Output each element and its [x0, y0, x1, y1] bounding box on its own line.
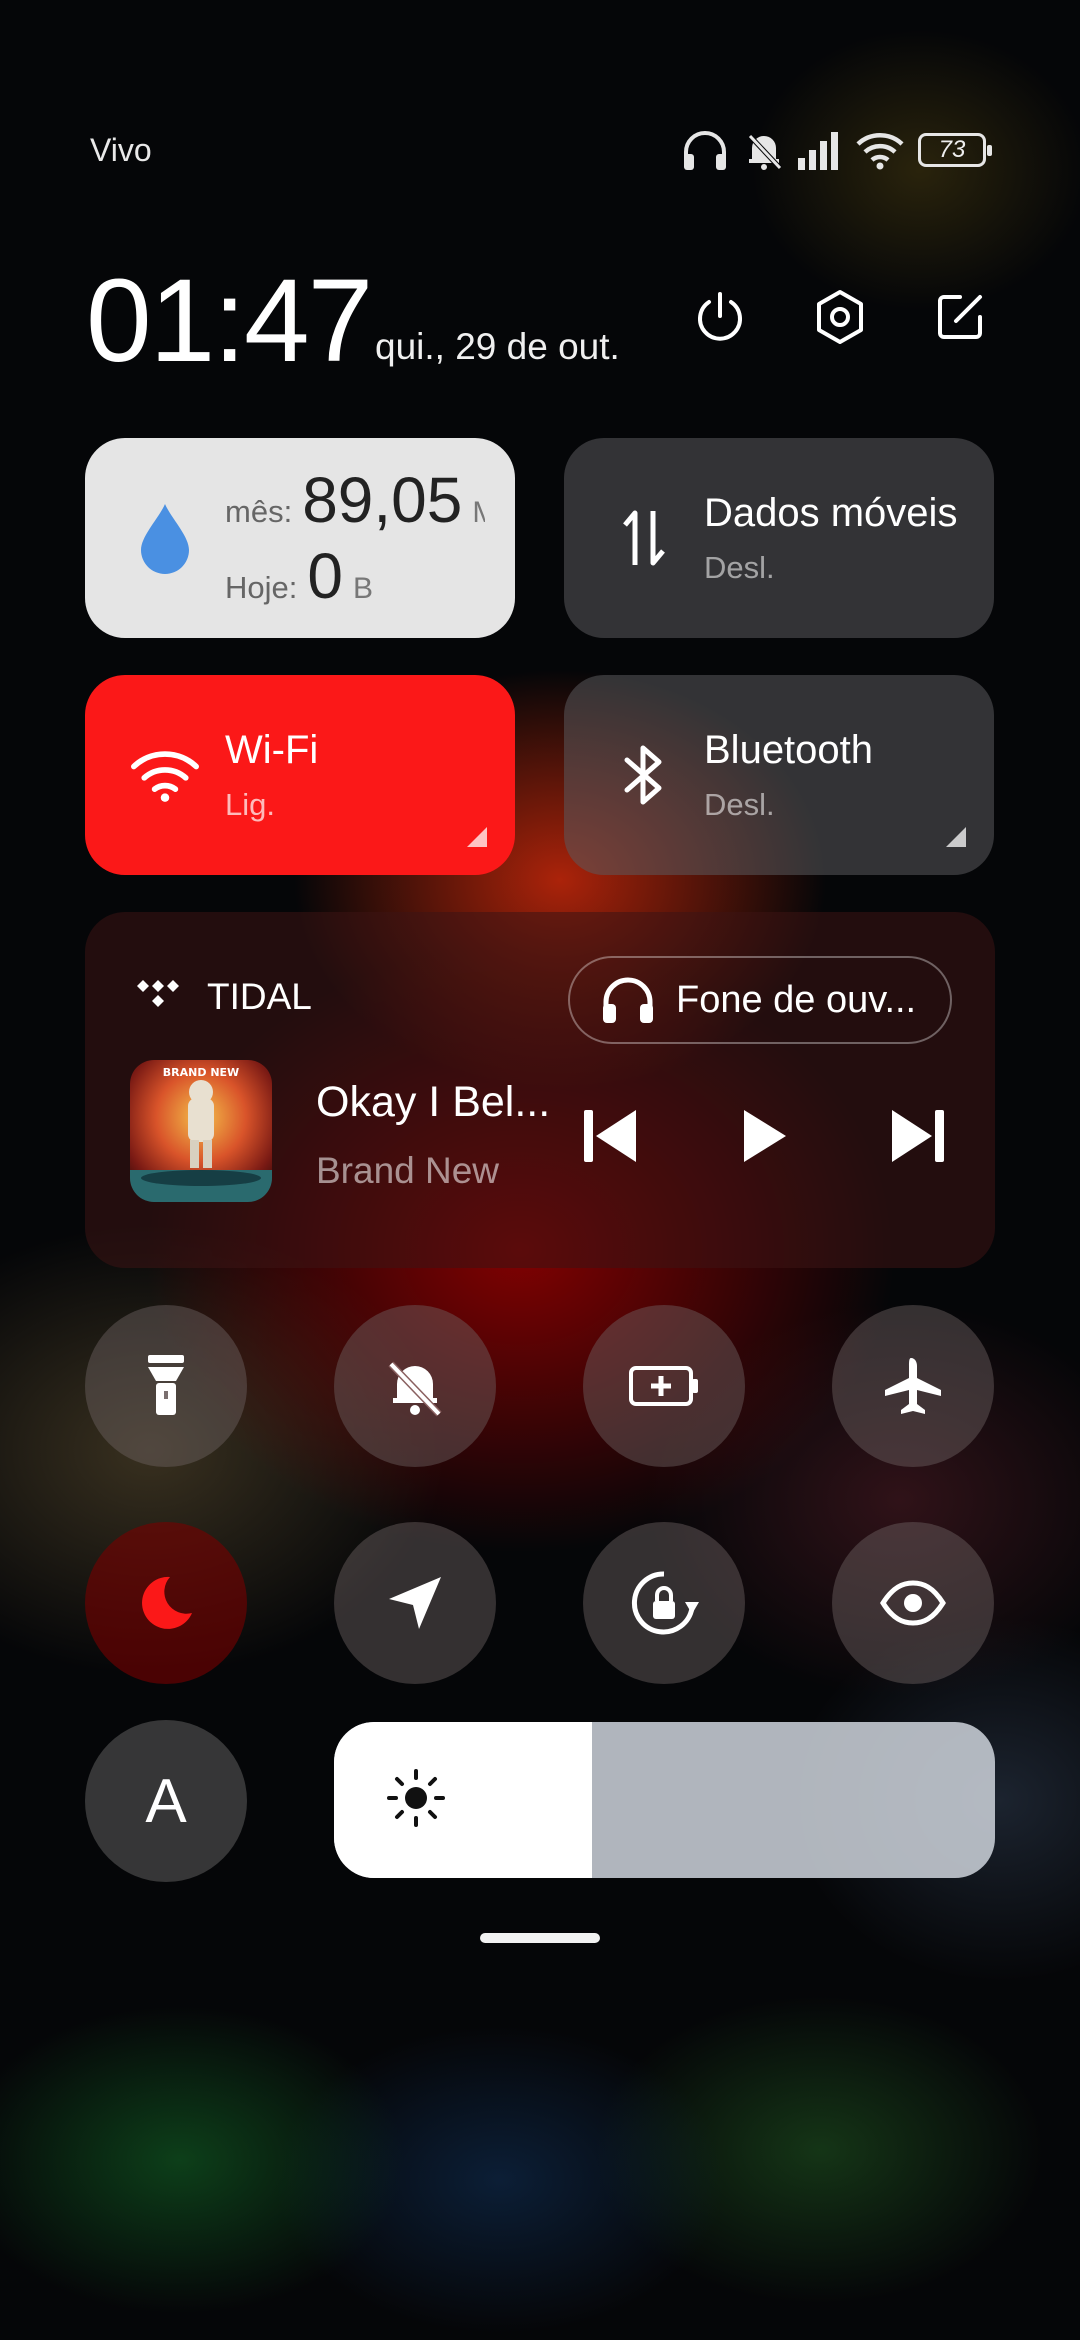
- battery-saver-toggle[interactable]: [583, 1305, 745, 1467]
- album-art-text: BRAND NEW: [163, 1066, 239, 1079]
- next-button[interactable]: [878, 1100, 958, 1172]
- settings-icon: [817, 290, 863, 344]
- dark-mode-toggle[interactable]: [85, 1522, 247, 1684]
- track-artist: Brand New: [316, 1150, 500, 1191]
- brightness-fill: [334, 1722, 592, 1878]
- power-icon: [698, 292, 742, 341]
- eye-icon: [880, 1580, 946, 1626]
- expand-corner-icon[interactable]: [946, 827, 966, 847]
- status-icons: 73: [680, 128, 992, 172]
- battery-icon: 73: [918, 133, 992, 167]
- mobile-data-tile[interactable]: Dados móveis Desl.: [564, 438, 994, 638]
- media-app-name: TIDAL: [207, 976, 312, 1017]
- expand-corner-icon[interactable]: [467, 827, 487, 847]
- sun-icon: [386, 1768, 446, 1833]
- next-icon: [892, 1110, 944, 1162]
- bluetooth-tile[interactable]: Bluetooth Desl.: [564, 675, 994, 875]
- audio-output-label: Fone de ouv...: [676, 978, 917, 1021]
- signal-icon: [798, 132, 838, 170]
- flashlight-toggle[interactable]: [85, 1305, 247, 1467]
- bluetooth-status: Desl.: [704, 786, 775, 822]
- play-icon: [744, 1110, 786, 1162]
- play-button[interactable]: [724, 1100, 804, 1172]
- previous-icon: [584, 1110, 636, 1162]
- today-unit: B: [352, 572, 373, 605]
- carrier-name: Vivo: [90, 132, 152, 168]
- today-value: 0: [307, 540, 343, 612]
- data-usage-values: mês: 89,05 M Hoje: 0 B: [225, 463, 485, 613]
- flashlight-icon: [148, 1355, 184, 1415]
- battery-level: 73: [938, 136, 966, 163]
- auto-brightness-button[interactable]: A: [85, 1720, 247, 1882]
- mute-bell-icon: [388, 1361, 442, 1417]
- reading-mode-toggle[interactable]: [832, 1522, 994, 1684]
- location-toggle[interactable]: [334, 1522, 496, 1684]
- wifi-icon: [131, 746, 199, 804]
- today-label: Hoje:: [225, 570, 298, 605]
- mute-toggle[interactable]: [334, 1305, 496, 1467]
- airplane-icon: [885, 1358, 941, 1414]
- bluetooth-icon: [610, 742, 678, 808]
- previous-button[interactable]: [570, 1100, 650, 1172]
- wifi-tile[interactable]: Wi-Fi Lig.: [85, 675, 515, 875]
- mobile-data-status: Desl.: [704, 549, 775, 585]
- clock[interactable]: 01:47: [86, 262, 373, 380]
- data-arrows-icon: [610, 507, 678, 569]
- album-art[interactable]: BRAND NEW: [130, 1060, 272, 1202]
- mute-bell-icon: [748, 134, 782, 170]
- settings-button[interactable]: [808, 285, 872, 349]
- tidal-logo-icon: [135, 978, 181, 1015]
- wifi-status: Lig.: [225, 786, 275, 822]
- mobile-data-title: Dados móveis: [704, 490, 958, 535]
- edit-button[interactable]: [928, 285, 992, 349]
- audio-output-button[interactable]: Fone de ouv...: [568, 956, 952, 1044]
- rotation-lock-toggle[interactable]: [583, 1522, 745, 1684]
- date[interactable]: qui., 29 de out.: [375, 326, 620, 368]
- airplane-mode-toggle[interactable]: [832, 1305, 994, 1467]
- location-arrow-icon: [389, 1577, 441, 1629]
- panel-drag-handle[interactable]: [480, 1933, 600, 1943]
- month-value: 89,05: [302, 464, 463, 536]
- wifi-icon: [856, 133, 904, 170]
- data-usage-tile[interactable]: mês: 89,05 M Hoje: 0 B: [85, 438, 515, 638]
- month-unit: M: [472, 496, 485, 529]
- headphones-icon: [684, 131, 726, 170]
- edit-icon: [938, 295, 982, 339]
- wifi-title: Wi-Fi: [225, 727, 319, 772]
- auto-brightness-label: A: [145, 1766, 187, 1836]
- bluetooth-title: Bluetooth: [704, 727, 874, 772]
- water-drop-icon: [131, 502, 199, 574]
- moon-icon: [142, 1576, 192, 1629]
- battery-saver-icon: [629, 1366, 698, 1406]
- track-title: Okay I Bel...: [316, 1078, 551, 1126]
- brightness-slider[interactable]: [334, 1722, 995, 1878]
- headphones-icon: [603, 977, 653, 1023]
- rotation-lock-icon: [632, 1571, 699, 1635]
- power-button[interactable]: [688, 285, 752, 349]
- month-label: mês:: [225, 494, 293, 529]
